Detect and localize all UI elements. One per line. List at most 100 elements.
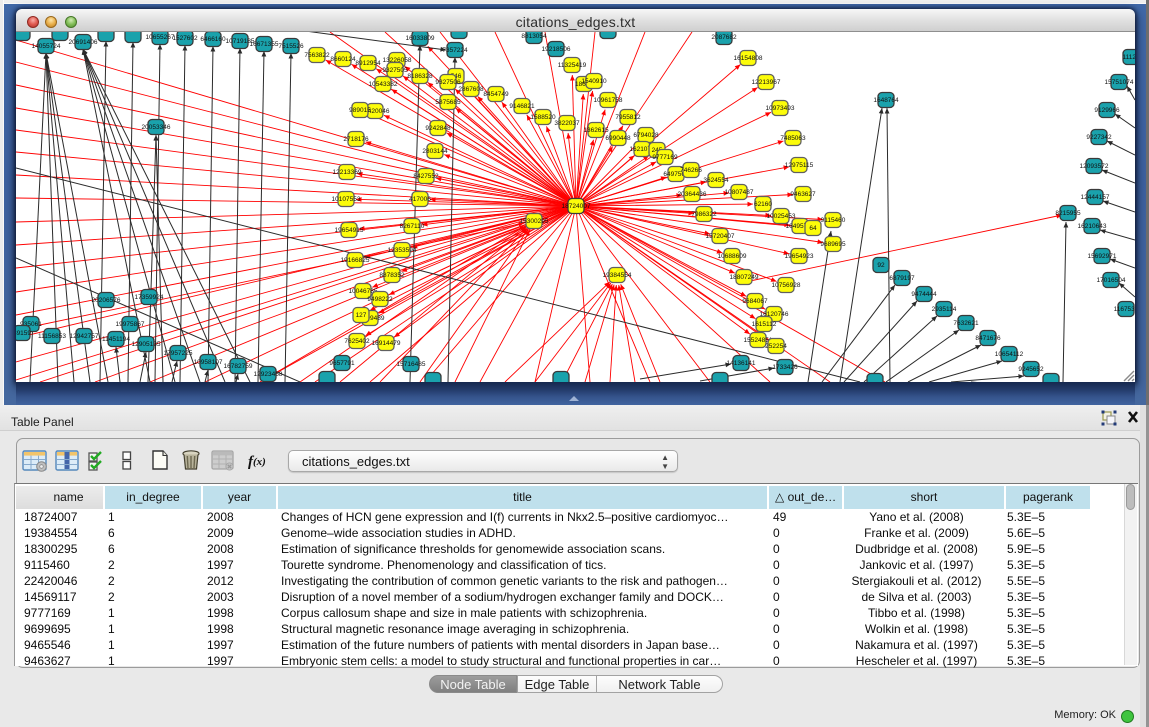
svg-text:39159: 39159 — [16, 330, 31, 337]
svg-text:20364436: 20364436 — [678, 191, 707, 198]
svg-text:92: 92 — [877, 262, 885, 269]
svg-text:9327506: 9327506 — [435, 79, 461, 86]
svg-text:10961758: 10961758 — [594, 97, 623, 104]
svg-text:18724007: 18724007 — [562, 203, 591, 210]
svg-text:16671355: 16671355 — [250, 41, 279, 48]
svg-text:8454749: 8454749 — [483, 91, 509, 98]
svg-text:9498222: 9498222 — [367, 296, 393, 303]
svg-text:7515526: 7515526 — [278, 43, 304, 50]
svg-text:9777169: 9777169 — [652, 154, 678, 161]
svg-text:12975115: 12975115 — [785, 162, 814, 169]
svg-text:2867608: 2867608 — [458, 86, 484, 93]
svg-text:2935114: 2935114 — [932, 306, 957, 313]
svg-text:6466160: 6466160 — [200, 36, 226, 43]
svg-text:6794028: 6794028 — [633, 132, 659, 139]
svg-text:17359924: 17359924 — [135, 294, 164, 301]
svg-text:7625402: 7625402 — [344, 338, 370, 345]
svg-text:417006: 417006 — [409, 196, 431, 203]
svg-text:1362615: 1362615 — [583, 127, 609, 134]
svg-text:16033809: 16033809 — [406, 35, 435, 42]
svg-text:2803144: 2803144 — [422, 148, 448, 155]
svg-text:15692971: 15692971 — [1088, 253, 1117, 260]
svg-text:17957225: 17957225 — [164, 350, 193, 357]
svg-text:12923468: 12923468 — [254, 371, 283, 378]
svg-text:5875685: 5875685 — [435, 99, 461, 106]
svg-text:1615112: 1615112 — [752, 321, 777, 328]
svg-text:8660124: 8660124 — [330, 56, 356, 63]
svg-text:2087682: 2087682 — [711, 34, 737, 41]
svg-text:1733426: 1733426 — [772, 364, 798, 371]
svg-text:6879197: 6879197 — [889, 275, 915, 282]
svg-text:8471676: 8471676 — [975, 335, 1001, 342]
svg-text:10807487: 10807487 — [725, 189, 754, 196]
svg-text:989015: 989015 — [349, 107, 371, 114]
svg-text:9327505: 9327505 — [382, 67, 408, 74]
svg-text:16914479: 16914479 — [372, 340, 401, 347]
svg-text:16782759: 16782759 — [224, 363, 253, 370]
svg-text:9129966: 9129966 — [1094, 107, 1120, 114]
svg-text:9227342: 9227342 — [1086, 134, 1112, 141]
svg-text:14136141: 14136141 — [727, 360, 756, 367]
svg-text:15300295: 15300295 — [520, 218, 549, 225]
svg-text:15716485: 15716485 — [397, 361, 426, 368]
svg-text:9115460: 9115460 — [821, 217, 846, 224]
svg-text:9689695: 9689695 — [820, 241, 846, 248]
svg-text:17016504: 17016504 — [1097, 277, 1126, 284]
svg-text:10543382: 10543382 — [369, 81, 398, 88]
svg-text:8186328: 8186328 — [407, 73, 433, 80]
svg-text:9245652: 9245652 — [1018, 366, 1044, 373]
svg-text:7955812: 7955812 — [615, 114, 641, 121]
svg-text:(x): (x) — [253, 456, 266, 468]
svg-text:11156853: 11156853 — [38, 333, 66, 340]
svg-text:9684067: 9684067 — [742, 298, 768, 305]
svg-text:10655267: 10655267 — [146, 34, 175, 41]
svg-text:20053346: 20053346 — [142, 124, 171, 131]
svg-text:19654923: 19654923 — [785, 253, 814, 260]
svg-text:19166825: 19166825 — [341, 257, 370, 264]
svg-text:9242848: 9242848 — [425, 125, 451, 132]
svg-text:10025453: 10025453 — [767, 213, 796, 220]
svg-text:12213967: 12213967 — [752, 79, 781, 86]
svg-text:8813054: 8813054 — [521, 33, 547, 40]
svg-text:252254: 252254 — [765, 343, 787, 350]
svg-text:10973493: 10973493 — [766, 105, 795, 112]
svg-text:2718176: 2718176 — [343, 136, 369, 143]
svg-text:12444157: 12444157 — [1081, 194, 1110, 201]
svg-text:1540910: 1540910 — [581, 78, 607, 85]
svg-text:16154808: 16154808 — [734, 55, 763, 62]
svg-text:9463627: 9463627 — [790, 191, 816, 198]
svg-text:19654915: 19654915 — [335, 227, 364, 234]
svg-text:12905135: 12905135 — [132, 341, 161, 348]
svg-text:11325419: 11325419 — [558, 62, 587, 69]
svg-text:7563822: 7563822 — [304, 52, 330, 59]
svg-text:12353594: 12353594 — [388, 247, 417, 254]
svg-text:10958107: 10958107 — [194, 359, 223, 366]
svg-text:1527602: 1527602 — [172, 35, 198, 42]
svg-text:1648764: 1648764 — [873, 97, 899, 104]
svg-text:1167533: 1167533 — [1114, 306, 1135, 313]
svg-text:7632621: 7632621 — [953, 320, 979, 327]
svg-text:10107553: 10107553 — [332, 196, 361, 203]
svg-text:19218506: 19218506 — [542, 46, 571, 53]
svg-text:12093572: 12093572 — [1080, 163, 1109, 170]
svg-text:746266: 746266 — [680, 167, 702, 174]
svg-text:15751074: 15751074 — [1105, 79, 1134, 86]
svg-text:64: 64 — [809, 225, 817, 232]
svg-text:1588520: 1588520 — [530, 114, 556, 121]
svg-text:7986322: 7986322 — [691, 211, 717, 218]
svg-text:8215955: 8215955 — [1055, 210, 1081, 217]
svg-text:7357224: 7357224 — [442, 47, 468, 54]
svg-text:11451194: 11451194 — [102, 336, 130, 343]
svg-text:62160: 62160 — [754, 201, 772, 208]
svg-text:18807249: 18807249 — [730, 274, 759, 281]
svg-text:10654112: 10654112 — [995, 351, 1024, 358]
svg-text:16210643: 16210643 — [1078, 223, 1107, 230]
svg-text:9146821: 9146821 — [509, 103, 535, 110]
svg-text:14055724: 14055724 — [32, 43, 61, 50]
svg-text:11123: 11123 — [1122, 54, 1135, 61]
svg-text:20206576: 20206576 — [92, 297, 121, 304]
svg-text:9657791: 9657791 — [329, 360, 355, 367]
svg-text:8427552: 8427552 — [413, 173, 439, 180]
svg-text:127: 127 — [356, 312, 367, 319]
svg-text:6990448: 6990448 — [605, 135, 631, 142]
